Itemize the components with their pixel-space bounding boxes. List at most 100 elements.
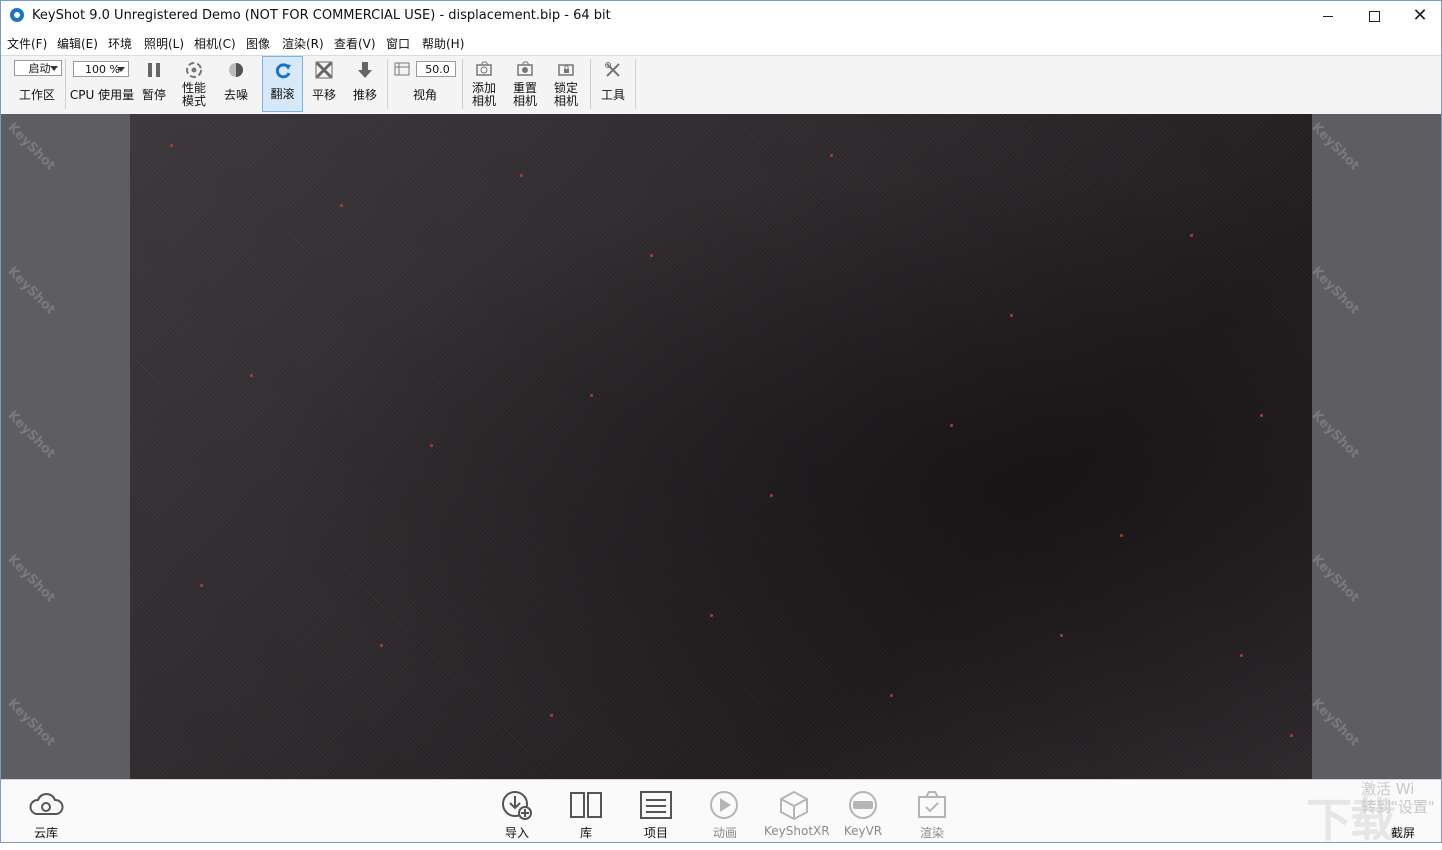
keyvr-label: KeyVR <box>843 824 883 838</box>
render-speck <box>1260 414 1263 417</box>
menu-image[interactable]: 图像 <box>246 35 270 52</box>
performance-mode-icon <box>186 62 202 78</box>
tools-icon <box>605 62 620 77</box>
minimize-button[interactable] <box>1305 1 1351 31</box>
watermark-text: KeyShot <box>4 264 59 318</box>
render-speck <box>890 694 893 697</box>
render-camera-icon <box>918 791 946 818</box>
maximize-button[interactable] <box>1351 1 1397 31</box>
watermark-text: KeyShot <box>1308 120 1363 174</box>
project-button[interactable]: 项目 <box>626 784 686 840</box>
menu-bar: 文件(F) 编辑(E) 环境 照明(L) 相机(C) 图像 渲染(R) 查看(V… <box>1 32 1441 54</box>
workspace-group: 启动 工作区 <box>7 56 67 112</box>
add-camera-label-2: 相机 <box>471 94 496 108</box>
cloud-library-button[interactable]: 云库 <box>16 784 76 840</box>
render-speck <box>170 144 173 147</box>
render-speck <box>1290 734 1293 737</box>
import-label: 导入 <box>504 826 529 840</box>
reset-camera-icon <box>517 61 533 76</box>
dolly-label: 推移 <box>352 88 377 102</box>
menu-lighting[interactable]: 照明(L) <box>144 35 184 52</box>
workspace-label: 工作区 <box>18 88 55 102</box>
render-speck <box>950 424 953 427</box>
toolbar-divider <box>387 59 388 109</box>
render-speck <box>590 394 593 397</box>
menu-window[interactable]: 窗口 <box>386 35 410 52</box>
tools-button[interactable]: 工具 <box>593 56 633 112</box>
import-button[interactable]: 导入 <box>487 784 547 840</box>
render-viewport[interactable]: KeyShot KeyShot KeyShot KeyShot KeyShot … <box>1 114 1441 779</box>
close-button[interactable]: ✕ <box>1397 1 1442 31</box>
keyshotxr-button[interactable]: KeyShotXR <box>764 784 830 840</box>
menu-edit[interactable]: 编辑(E) <box>57 35 98 52</box>
window-title: KeyShot 9.0 Unregistered Demo (NOT FOR C… <box>32 8 611 23</box>
menu-view[interactable]: 查看(V) <box>334 35 376 52</box>
render-speck <box>1240 654 1243 657</box>
add-camera-icon <box>476 61 492 76</box>
watermark-text: KeyShot <box>4 120 59 174</box>
render-speck <box>1190 234 1193 237</box>
performance-mode-label-2: 模式 <box>181 94 206 108</box>
watermark-text: KeyShot <box>1308 264 1363 318</box>
menu-render[interactable]: 渲染(R) <box>282 35 324 52</box>
cube-icon <box>780 790 808 821</box>
keyshot-logo-icon <box>10 8 24 22</box>
lock-camera-button[interactable]: 锁定 相机 <box>547 56 585 112</box>
pan-button[interactable]: 平移 <box>305 56 343 112</box>
render-speck <box>1120 534 1123 537</box>
toolbar-divider <box>635 59 636 109</box>
keyvr-button[interactable]: KeyVR <box>833 784 893 840</box>
reset-camera-button[interactable]: 重置 相机 <box>506 56 544 112</box>
screenshot-label: 截屏 <box>1390 826 1415 840</box>
tumble-label: 翻滚 <box>270 87 295 101</box>
render-button[interactable]: 渲染 <box>902 784 962 840</box>
screenshot-button[interactable]: 截屏 <box>1373 784 1433 840</box>
menu-environment[interactable]: 环境 <box>108 35 132 52</box>
render-speck <box>430 444 433 447</box>
add-camera-button[interactable]: 添加 相机 <box>465 56 503 112</box>
pause-button[interactable]: 暂停 <box>137 56 171 112</box>
cloud-library-label: 云库 <box>33 826 58 840</box>
render-label: 渲染 <box>919 826 944 840</box>
tumble-button[interactable]: 翻滚 <box>262 56 303 112</box>
render-speck <box>1010 314 1013 317</box>
book-icon <box>570 792 602 818</box>
render-speck <box>520 174 523 177</box>
menu-help[interactable]: 帮助(H) <box>422 35 464 52</box>
reset-camera-label-2: 相机 <box>512 94 537 108</box>
tools-label: 工具 <box>600 88 625 102</box>
render-speck <box>250 374 253 377</box>
play-icon <box>710 791 738 819</box>
watermark-text: KeyShot <box>1308 552 1363 606</box>
denoise-button[interactable]: 去噪 <box>218 56 254 112</box>
render-speck <box>650 254 653 257</box>
arrow-down-icon <box>358 62 372 78</box>
pause-icon <box>148 63 160 77</box>
menu-file[interactable]: 文件(F) <box>7 35 47 52</box>
tumble-icon <box>275 63 291 79</box>
workspace-dropdown[interactable]: 启动 <box>14 60 62 76</box>
field-of-view-input[interactable]: 50.0 <box>416 61 456 77</box>
cpu-usage-dropdown[interactable]: 100 % <box>73 61 129 77</box>
menu-camera[interactable]: 相机(C) <box>194 35 236 52</box>
render-speck <box>830 154 833 157</box>
pan-icon <box>315 61 333 79</box>
denoise-icon <box>229 63 243 77</box>
render-speck <box>550 714 553 717</box>
close-icon: ✕ <box>1412 5 1428 26</box>
animation-label: 动画 <box>712 826 737 840</box>
performance-mode-button[interactable]: 性能 模式 <box>175 56 213 112</box>
rendered-image[interactable] <box>130 114 1312 779</box>
render-speck <box>1060 634 1063 637</box>
watermark-text: KeyShot <box>4 408 59 462</box>
library-label: 库 <box>579 826 592 840</box>
watermark-text: KeyShot <box>1308 696 1363 750</box>
fov-value: 50.0 <box>425 63 450 76</box>
library-button[interactable]: 库 <box>556 784 616 840</box>
dolly-button[interactable]: 推移 <box>346 56 384 112</box>
watermark-text: KeyShot <box>4 696 59 750</box>
animation-button[interactable]: 动画 <box>695 784 755 840</box>
import-icon <box>502 791 532 820</box>
bottom-ribbon: 云库 导入 库 项目 动画 KeyShotXR KeyVR 渲染 下载 激活 W… <box>1 779 1441 847</box>
fov-label: 视角 <box>412 88 437 102</box>
